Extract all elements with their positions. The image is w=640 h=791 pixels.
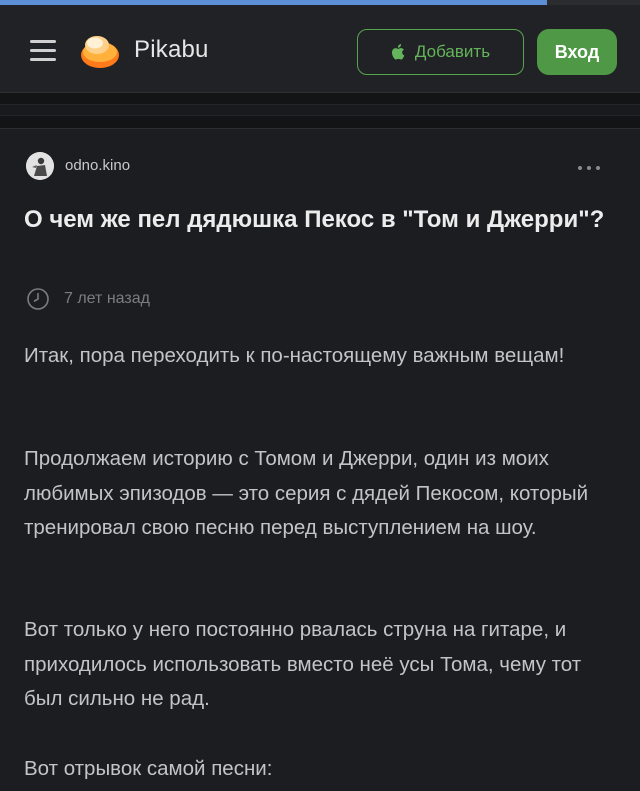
add-post-label: Добавить bbox=[414, 42, 491, 61]
page: Pikabu Добавить Вход odno.kino О чем же … bbox=[0, 0, 640, 791]
logo-text[interactable]: Pikabu bbox=[134, 36, 209, 64]
apple-icon bbox=[391, 44, 405, 60]
post-card: odno.kino О чем же пел дядюшка Пекос в "… bbox=[0, 128, 640, 791]
login-button[interactable]: Вход bbox=[537, 29, 617, 75]
header-divider bbox=[0, 94, 640, 128]
post-title[interactable]: О чем же пел дядюшка Пекос в "Том и Джер… bbox=[24, 201, 614, 238]
post-time: 7 лет назад bbox=[64, 290, 150, 307]
post-paragraph: Итак, пора переходить к по-настоящему ва… bbox=[24, 344, 565, 367]
more-dots-icon[interactable] bbox=[578, 163, 608, 173]
author-name[interactable]: odno.kino bbox=[65, 157, 130, 174]
top-header: Pikabu Добавить Вход bbox=[0, 5, 640, 93]
author-avatar[interactable] bbox=[26, 152, 54, 180]
hamburger-menu-icon[interactable] bbox=[30, 38, 60, 62]
post-paragraph: Продолжаем историю с Томом и Джерри, оди… bbox=[24, 447, 589, 539]
add-post-button[interactable]: Добавить bbox=[357, 29, 524, 75]
post-paragraph: Вот отрывок самой песни: bbox=[24, 757, 273, 780]
post-paragraph: Вот только у него постоянно рвалась стру… bbox=[24, 618, 582, 710]
clock-icon bbox=[27, 288, 49, 310]
pikabu-logo-icon[interactable] bbox=[78, 29, 122, 73]
